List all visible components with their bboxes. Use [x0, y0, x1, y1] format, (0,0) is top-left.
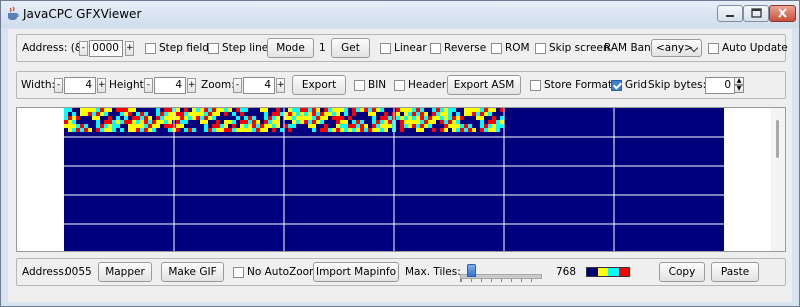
app-window: JavaCPC GFXViewer Address: (&) - 0000 + …: [0, 0, 800, 307]
zoom-decrement-button[interactable]: -: [233, 78, 242, 93]
format-toolbar: Width: - 4 + Height: - 4 + Zoom: - 4 + E…: [16, 71, 786, 99]
get-button[interactable]: Get: [331, 38, 370, 58]
slider-ticks: [460, 279, 541, 282]
maximize-icon: [751, 8, 762, 18]
skip-bytes-spinner[interactable]: 0 ▲ ▼: [705, 77, 745, 94]
mapper-button[interactable]: Mapper: [98, 262, 152, 282]
mode-value: 1: [319, 42, 326, 54]
client-area: Address: (&) - 0000 + Step field Step li…: [8, 29, 792, 302]
make-gif-button[interactable]: Make GIF: [161, 262, 224, 282]
graphics-view[interactable]: [16, 107, 786, 252]
palette-swatch-1: [597, 268, 608, 276]
ram-bank-value: <any>: [656, 42, 693, 54]
paste-button[interactable]: Paste: [711, 262, 759, 282]
spinner-up-button[interactable]: ▲: [734, 77, 744, 85]
mapper-toolbar: Address: 0055 Mapper Make GIF No AutoZoo…: [16, 258, 786, 286]
export-button[interactable]: Export: [292, 75, 346, 95]
no-autozoom-checkbox[interactable]: [233, 267, 244, 278]
palette-swatch-2: [608, 268, 619, 276]
window-title: JavaCPC GFXViewer: [23, 7, 142, 21]
reverse-label: Reverse: [444, 42, 487, 54]
palette-swatches: [586, 267, 630, 277]
width-label: Width:: [21, 79, 56, 91]
step-field-checkbox[interactable]: [145, 43, 156, 54]
grid-label: Grid: [625, 79, 648, 91]
address-field[interactable]: 0000: [89, 40, 123, 57]
address-decrement-button[interactable]: -: [79, 41, 88, 56]
skip-bytes-label: Skip bytes:: [648, 79, 707, 91]
grid-checkbox[interactable]: [611, 80, 622, 91]
mode-button[interactable]: Mode: [267, 38, 314, 58]
store-format-checkbox[interactable]: [530, 80, 541, 91]
scrollbar-thumb[interactable]: [776, 120, 779, 158]
bottom-address-label: Address:: [22, 266, 68, 278]
ram-bank-dropdown[interactable]: <any>: [651, 39, 702, 57]
zoom-label: Zoom:: [201, 79, 235, 91]
import-mapinfo-button[interactable]: Import Mapinfo: [313, 262, 399, 282]
height-increment-button[interactable]: +: [187, 78, 196, 93]
linear-checkbox[interactable]: [380, 43, 391, 54]
spinner-down-button[interactable]: ▼: [734, 85, 744, 93]
no-autozoom-label: No AutoZoom: [247, 266, 320, 278]
slider-knob[interactable]: [467, 264, 477, 277]
address-label: Address: (&): [22, 42, 88, 54]
skip-bytes-field[interactable]: 0: [705, 77, 735, 94]
height-field[interactable]: 4: [154, 77, 186, 94]
zoom-field[interactable]: 4: [243, 77, 275, 94]
minimize-button[interactable]: [717, 5, 743, 22]
auto-update-label: Auto Update: [722, 42, 788, 54]
title-bar[interactable]: JavaCPC GFXViewer: [1, 1, 799, 28]
width-increment-button[interactable]: +: [97, 78, 106, 93]
export-asm-button[interactable]: Export ASM: [447, 75, 521, 95]
height-decrement-button[interactable]: -: [144, 78, 153, 93]
step-line-label: Step line: [222, 42, 269, 54]
rom-checkbox[interactable]: [491, 43, 502, 54]
skip-screen-label: Skip screen: [549, 42, 610, 54]
width-decrement-button[interactable]: -: [54, 78, 63, 93]
palette-swatch-3: [618, 268, 629, 276]
skip-screen-checkbox[interactable]: [535, 43, 546, 54]
close-button[interactable]: [769, 5, 796, 22]
tile-canvas[interactable]: [64, 108, 724, 252]
java-cup-icon: [8, 7, 19, 20]
header-label: Header: [408, 79, 447, 91]
max-tiles-value: 768: [556, 266, 577, 278]
zoom-increment-button[interactable]: +: [276, 78, 285, 93]
height-label: Height:: [109, 79, 148, 91]
bottom-address-value: 0055: [65, 266, 92, 278]
close-icon: [778, 8, 787, 18]
reverse-checkbox[interactable]: [430, 43, 441, 54]
bin-label: BIN: [368, 79, 387, 91]
copy-button[interactable]: Copy: [659, 262, 705, 282]
max-tiles-slider[interactable]: [460, 264, 550, 282]
palette-swatch-0: [587, 268, 598, 276]
linear-label: Linear: [394, 42, 427, 54]
auto-update-checkbox[interactable]: [708, 43, 719, 54]
max-tiles-label: Max. Tiles:: [405, 266, 461, 278]
triangle-down-icon: ▼: [736, 85, 742, 92]
width-field[interactable]: 4: [64, 77, 96, 94]
step-field-label: Step field: [159, 42, 209, 54]
bin-checkbox[interactable]: [354, 80, 365, 91]
step-line-checkbox[interactable]: [208, 43, 219, 54]
triangle-up-icon: ▲: [736, 77, 742, 84]
address-toolbar: Address: (&) - 0000 + Step field Step li…: [16, 34, 788, 62]
vertical-scrollbar[interactable]: [771, 108, 785, 251]
store-format-label: Store Format: [544, 79, 613, 91]
maximize-button[interactable]: [743, 5, 769, 22]
header-checkbox[interactable]: [394, 80, 405, 91]
rom-label: ROM: [505, 42, 530, 54]
address-increment-button[interactable]: +: [125, 41, 134, 56]
minimize-icon: [726, 15, 734, 17]
